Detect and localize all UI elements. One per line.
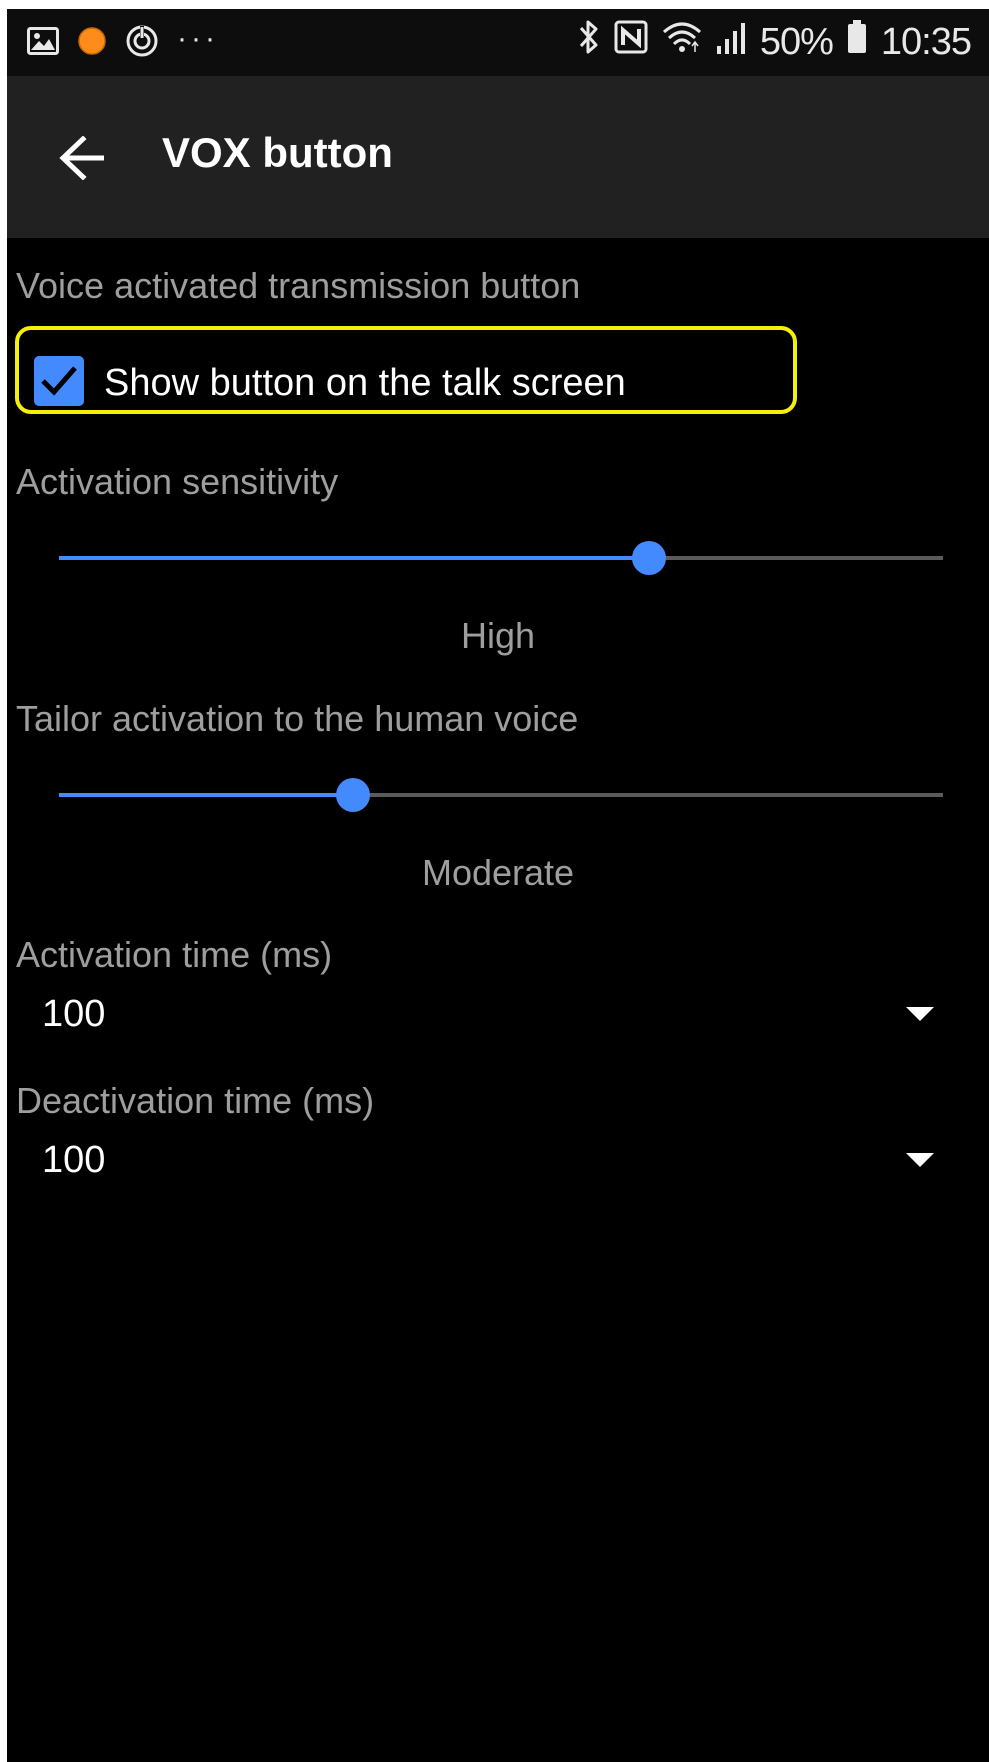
dropdown-arrow-icon — [906, 1153, 934, 1167]
sensitivity-slider[interactable] — [59, 538, 943, 578]
deactivation-time-heading: Deactivation time (ms) — [16, 1080, 375, 1121]
slider-thumb[interactable] — [631, 541, 666, 575]
arrow-back-icon — [59, 136, 104, 180]
deactivation-time-dropdown[interactable]: 100 — [7, 1131, 989, 1191]
sensitivity-value: High — [460, 615, 536, 656]
status-bar: ··· 50% 10:35 — [7, 9, 989, 76]
slider-fill — [59, 793, 354, 797]
app-screen: ··· 50% 10:35 VOX button Voice activated… — [7, 9, 989, 1762]
human-voice-value: Moderate — [421, 852, 575, 893]
sync-icon — [125, 24, 159, 63]
battery-icon — [847, 20, 867, 64]
slider-thumb[interactable] — [336, 778, 371, 812]
human-voice-slider[interactable] — [59, 775, 943, 815]
deactivation-time-value: 100 — [42, 1139, 106, 1181]
slider-fill — [59, 556, 649, 560]
orange-dot-icon — [77, 26, 107, 61]
status-time: 10:35 — [880, 20, 972, 63]
more-dots-icon: ··· — [177, 22, 219, 55]
app-bar: VOX button — [7, 76, 989, 238]
status-right-icons: 50% 10:35 — [578, 19, 972, 65]
sensitivity-heading: Activation sensitivity — [16, 461, 339, 502]
show-button-checkbox[interactable] — [34, 356, 84, 406]
activation-time-heading: Activation time (ms) — [16, 934, 333, 975]
bluetooth-icon — [578, 19, 600, 65]
activation-time-dropdown[interactable]: 100 — [7, 985, 989, 1045]
gallery-icon — [27, 26, 59, 60]
vox-section-heading: Voice activated transmission button — [16, 265, 581, 306]
dropdown-arrow-icon — [906, 1007, 934, 1021]
back-button[interactable] — [51, 126, 115, 190]
wifi-icon — [662, 20, 702, 64]
battery-percent: 50% — [759, 20, 834, 63]
signal-icon — [716, 21, 746, 64]
activation-time-value: 100 — [42, 993, 106, 1035]
show-button-label[interactable]: Show button on the talk screen — [104, 364, 626, 402]
human-voice-heading: Tailor activation to the human voice — [16, 698, 579, 739]
status-left-icons: ··· — [27, 23, 219, 63]
page-title: VOX button — [162, 129, 393, 176]
nfc-icon — [614, 20, 648, 64]
checkmark-icon — [41, 366, 77, 396]
